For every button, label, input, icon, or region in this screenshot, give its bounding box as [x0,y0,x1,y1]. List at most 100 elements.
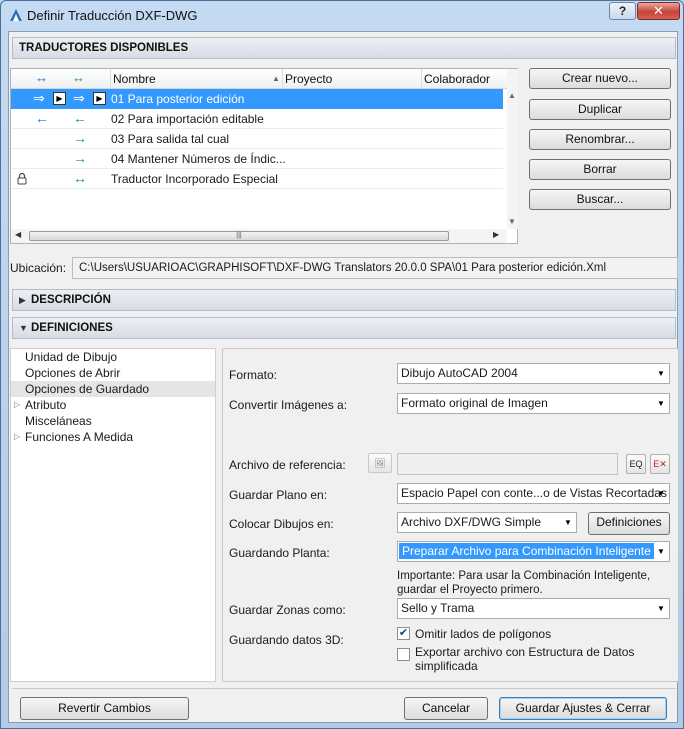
find-button[interactable]: Buscar... [529,189,671,210]
tree-item-label: Unidad de Dibujo [25,350,118,364]
definitions-header-label: DEFINICIONES [31,322,113,334]
play-button[interactable]: ▶ [53,92,66,105]
export-simplified-label: Exportar archivo con Estructura de Datos… [415,645,634,673]
tree-item[interactable]: Unidad de Dibujo [11,349,215,365]
lock-icon [17,172,27,185]
omit-polygon-sides-label: Omitir lados de polígonos [415,627,552,641]
dialog-client: TRADUCTORES DISPONIBLES ↔ ↔ Nombre ▲ Pro… [8,31,679,723]
horizontal-scrollbar[interactable]: ◀ ||| ▶ [11,229,507,243]
definitions-section-header[interactable]: ▼ DEFINICIONES [12,317,676,339]
help-button[interactable]: ? [609,2,636,20]
create-new-button[interactable]: Crear nuevo... [529,68,671,89]
expand-icon[interactable]: ▷ [14,429,20,445]
save-plan-value: Espacio Papel con conte...o de Vistas Re… [401,486,667,500]
col-arrow-1-icon[interactable]: ↔ [35,70,48,85]
translator-row[interactable]: ⇒ ▶ ⇒ ▶ 01 Para posterior edición [11,89,503,109]
col-header-name[interactable]: Nombre [113,72,156,86]
translators-header-label: TRADUCTORES DISPONIBLES [19,42,189,54]
import-arrow-icon: ← [35,110,49,126]
tree-item[interactable]: Opciones de Abrir [11,365,215,381]
duplicate-button[interactable]: Duplicar [529,99,671,120]
translator-row[interactable]: → 03 Para salida tal cual [11,129,503,149]
collapsed-triangle-icon: ▶ [19,295,26,305]
tree-item-label: Atributo [25,398,67,412]
close-button[interactable]: ✕ [637,2,680,20]
scroll-right-icon[interactable]: ▶ [493,230,499,239]
format-value: Dibujo AutoCAD 2004 [401,366,518,380]
expand-icon[interactable]: ▷ [14,397,20,413]
note-line-1: Importante: Para usar la Combinación Int… [397,570,651,582]
save-and-close-button[interactable]: Guardar Ajustes & Cerrar [499,697,667,720]
smart-merge-note: Importante: Para usar la Combinación Int… [397,569,650,597]
translators-section-header: TRADUCTORES DISPONIBLES [12,37,676,59]
chevron-down-icon: ▼ [564,518,572,527]
dialog-window: Definir Traducción DXF-DWG ? ✕ TRADUCTOR… [0,0,684,729]
tree-item[interactable]: ▷ Atributo [11,397,215,413]
format-select[interactable]: Dibujo AutoCAD 2004 ▼ [397,363,670,384]
col-arrow-2-icon[interactable]: ↔ [72,70,85,85]
save-zones-label: Guardar Zonas como: [229,603,346,617]
saving-floor-label: Guardando Planta: [229,546,330,560]
chevron-down-icon: ▼ [657,399,665,408]
tree-item-label: Opciones de Guardado [25,382,150,396]
list-header: ↔ ↔ Nombre ▲ Proyecto Colaborador [11,69,507,89]
image-reference-icon: 🖼 [368,453,392,473]
translator-name: 04 Mantener Números de Índic... [111,152,286,166]
saving-floor-select[interactable]: Preparar Archivo para Combinación Inteli… [397,541,670,562]
definitions-button[interactable]: Definiciones [588,512,670,535]
tree-item[interactable]: Misceláneas [11,413,215,429]
translator-row[interactable]: → 04 Mantener Números de Índic... [11,149,503,169]
scroll-down-icon[interactable]: ▼ [508,217,516,226]
convert-images-select[interactable]: Formato original de Imagen ▼ [397,393,670,414]
omit-polygon-sides-checkbox[interactable]: ✔ [397,627,410,640]
save-options-panel: Formato: Dibujo AutoCAD 2004 ▼ Convertir … [222,348,679,682]
saving-floor-value: Preparar Archivo para Combinación Inteli… [399,543,654,559]
scroll-up-icon[interactable]: ▲ [508,91,516,100]
footer-divider [12,688,676,689]
save-zones-select[interactable]: Sello y Trama ▼ [397,598,670,619]
import-arrow-icon: ← [73,110,87,126]
chevron-down-icon: ▼ [657,489,665,498]
window-title: Definir Traducción DXF-DWG [27,8,198,23]
col-header-collaborator[interactable]: Colaborador [424,72,490,86]
definitions-tree[interactable]: Unidad de Dibujo Opciones de Abrir Opcio… [10,348,216,682]
save-plan-label: Guardar Plano en: [229,488,328,502]
bidirectional-arrow-icon: ↔ [73,170,87,186]
translator-row[interactable]: ← ← 02 Para importación editable [11,109,503,129]
revert-changes-button[interactable]: Revertir Cambios [20,697,189,720]
convert-images-value: Formato original de Imagen [401,396,548,410]
export-simplified-checkbox[interactable] [397,648,410,661]
tree-item-selected[interactable]: Opciones de Guardado [11,381,215,397]
reference-file-field [397,453,618,475]
title-bar[interactable]: Definir Traducción DXF-DWG ? ✕ [1,1,683,31]
export-line-1: Exportar archivo con Estructura de Datos [415,645,635,659]
reference-file-label: Archivo de referencia: [229,458,346,472]
import-arrow-icon: ⇒ [73,90,85,106]
place-drawings-select[interactable]: Archivo DXF/DWG Simple ▼ [397,512,577,533]
scroll-thumb[interactable]: ||| [29,231,449,241]
description-section-header[interactable]: ▶ DESCRIPCIÓN [12,289,676,311]
translator-row[interactable]: ↔ Traductor Incorporado Especial [11,169,503,189]
translator-name: 03 Para salida tal cual [111,132,230,146]
tree-item-label: Opciones de Abrir [25,366,121,380]
tree-item-label: Misceláneas [25,414,92,428]
vertical-scrollbar[interactable]: ▲ ▼ [507,69,518,229]
col-header-project[interactable]: Proyecto [285,72,332,86]
translator-name: 02 Para importación editable [111,112,264,126]
expanded-triangle-icon: ▼ [19,323,28,333]
delete-button[interactable]: Borrar [529,159,671,180]
export-line-2: simplificada [415,659,478,673]
browse-reference-icon[interactable]: EQ [626,454,646,474]
note-line-2: guardar el Proyecto primero. [397,584,543,596]
play-button[interactable]: ▶ [93,92,106,105]
cancel-button[interactable]: Cancelar [404,697,488,720]
save-plan-select[interactable]: Espacio Papel con conte...o de Vistas Re… [397,483,670,504]
location-path-field: C:\Users\USUARIOAC\GRAPHISOFT\DXF-DWG Tr… [72,257,678,279]
rename-button[interactable]: Renombrar... [529,129,671,150]
tree-item[interactable]: ▷ Funciones A Medida [11,429,215,445]
translators-list[interactable]: ↔ ↔ Nombre ▲ Proyecto Colaborador ⇒ ▶ ⇒ … [10,68,518,244]
convert-images-label: Convertir Imágenes a: [229,398,348,412]
scroll-left-icon[interactable]: ◀ [15,230,21,239]
remove-reference-icon[interactable]: E✕ [650,454,670,474]
saving-3d-label: Guardando datos 3D: [229,633,344,647]
